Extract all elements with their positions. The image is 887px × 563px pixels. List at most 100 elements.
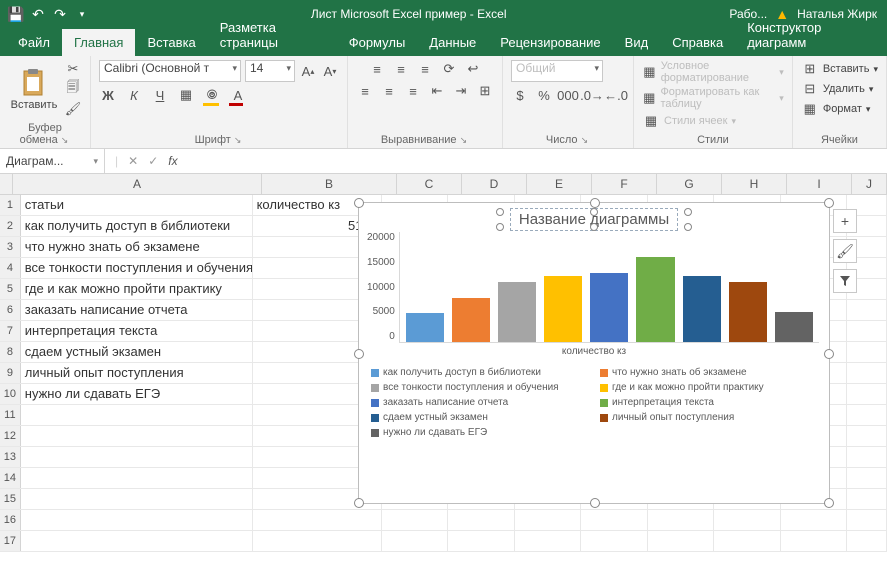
bar-3[interactable] (544, 276, 582, 342)
chart-styles-button[interactable]: 🖌 (833, 239, 857, 263)
cell-A11[interactable] (21, 405, 253, 425)
bar-7[interactable] (729, 282, 767, 343)
cell-D16[interactable] (448, 510, 515, 530)
cell-J14[interactable] (847, 468, 887, 488)
align-center-icon[interactable]: ≡ (380, 82, 398, 100)
bar-8[interactable] (775, 312, 813, 342)
align-launcher-icon[interactable]: ↘ (460, 135, 470, 145)
font-size-select[interactable]: 14 (245, 60, 295, 82)
cell-B17[interactable] (253, 531, 382, 551)
legend-item-6[interactable]: сдаем устный экзамен (371, 412, 588, 423)
resize-handle-l[interactable] (354, 349, 364, 359)
row-header-17[interactable]: 17 (0, 531, 21, 551)
bar-2[interactable] (498, 282, 536, 343)
currency-icon[interactable]: $ (511, 86, 529, 104)
align-left-icon[interactable]: ≡ (356, 82, 374, 100)
column-header-J[interactable]: J (852, 174, 887, 194)
bar-6[interactable] (683, 276, 721, 342)
qat-dropdown-icon[interactable]: ▾ (74, 6, 90, 22)
accept-formula-icon[interactable]: ✓ (148, 154, 158, 168)
cell-H16[interactable] (714, 510, 781, 530)
redo-icon[interactable]: ↷ (52, 6, 68, 22)
resize-handle-r[interactable] (824, 349, 834, 359)
row-header-7[interactable]: 7 (0, 321, 21, 341)
tab-home[interactable]: Главная (62, 29, 135, 56)
paste-button[interactable]: Вставить (8, 65, 60, 113)
number-launcher-icon[interactable]: ↘ (581, 135, 591, 145)
cell-styles-button[interactable]: ▦Стили ячеек ▾ (642, 112, 736, 130)
fill-color-icon[interactable]: 🞋 (203, 86, 221, 104)
column-header-D[interactable]: D (462, 174, 527, 194)
cell-A7[interactable]: интерпретация текста (21, 321, 253, 341)
legend-item-4[interactable]: заказать написание отчета (371, 397, 588, 408)
decrease-font-icon[interactable]: A▾ (321, 62, 339, 80)
legend-item-8[interactable]: нужно ли сдавать ЕГЭ (371, 427, 588, 438)
cell-A13[interactable] (21, 447, 253, 467)
cell-A2[interactable]: как получить доступ в библиотеки (21, 216, 253, 236)
bar-4[interactable] (590, 273, 628, 342)
row-header-14[interactable]: 14 (0, 468, 21, 488)
cell-C17[interactable] (382, 531, 449, 551)
underline-button[interactable]: Ч (151, 86, 169, 104)
cell-A1[interactable]: статьи (21, 195, 253, 215)
legend-item-2[interactable]: все тонкости поступления и обучения (371, 382, 588, 393)
bold-button[interactable]: Ж (99, 86, 117, 104)
wrap-text-icon[interactable]: ↩ (464, 60, 482, 78)
cell-E17[interactable] (515, 531, 582, 551)
bar-1[interactable] (452, 298, 490, 342)
undo-icon[interactable]: ↶ (30, 6, 46, 22)
cell-I17[interactable] (781, 531, 848, 551)
column-header-H[interactable]: H (722, 174, 787, 194)
cell-A5[interactable]: где и как можно пройти практику (21, 279, 253, 299)
row-header-10[interactable]: 10 (0, 384, 21, 404)
legend-item-7[interactable]: личный опыт поступления (600, 412, 817, 423)
cell-A3[interactable]: что нужно знать об экзамене (21, 237, 253, 257)
resize-handle-t[interactable] (590, 198, 600, 208)
spreadsheet-grid[interactable]: ABCDEFGHIJ 1статьиколичество кз2как полу… (0, 174, 887, 552)
orientation-icon[interactable]: ⟳ (440, 60, 458, 78)
resize-handle-br[interactable] (824, 498, 834, 508)
cell-J13[interactable] (847, 447, 887, 467)
resize-handle-tl[interactable] (354, 198, 364, 208)
legend-item-5[interactable]: интерпретация текста (600, 397, 817, 408)
chart-plot-area[interactable]: 20000150001000050000 (359, 232, 829, 342)
tab-chart-design[interactable]: Конструктор диаграмм (735, 14, 881, 56)
resize-handle-tr[interactable] (824, 198, 834, 208)
row-header-16[interactable]: 16 (0, 510, 21, 530)
cell-A9[interactable]: личный опыт поступления (21, 363, 253, 383)
column-header-I[interactable]: I (787, 174, 852, 194)
tab-data[interactable]: Данные (417, 29, 488, 56)
column-header-B[interactable]: B (262, 174, 397, 194)
cell-J12[interactable] (847, 426, 887, 446)
row-header-1[interactable]: 1 (0, 195, 21, 215)
delete-cells-button[interactable]: ⊟Удалить ▾ (801, 80, 874, 98)
tab-layout[interactable]: Разметка страницы (208, 14, 337, 56)
cell-A16[interactable] (21, 510, 253, 530)
column-header-G[interactable]: G (657, 174, 722, 194)
format-painter-icon[interactable]: 🖌 (64, 100, 82, 118)
percent-icon[interactable]: % (535, 86, 553, 104)
conditional-formatting-button[interactable]: ▦Условное форматирование ▾ (642, 60, 784, 84)
borders-icon[interactable]: ▦ (177, 86, 195, 104)
merge-icon[interactable]: ⊞ (476, 82, 494, 100)
save-icon[interactable]: 💾 (8, 6, 24, 22)
row-header-15[interactable]: 15 (0, 489, 21, 509)
legend-item-0[interactable]: как получить доступ в библиотеки (371, 367, 588, 378)
font-launcher-icon[interactable]: ↘ (234, 135, 244, 145)
insert-cells-button[interactable]: ⊞Вставить ▾ (801, 60, 878, 78)
align-bottom-icon[interactable]: ≡ (416, 60, 434, 78)
cell-J11[interactable] (847, 405, 887, 425)
column-header-C[interactable]: C (397, 174, 462, 194)
cell-E16[interactable] (515, 510, 582, 530)
row-header-11[interactable]: 11 (0, 405, 21, 425)
tab-formulas[interactable]: Формулы (337, 29, 418, 56)
cell-D17[interactable] (448, 531, 515, 551)
cancel-formula-icon[interactable]: ✕ (128, 154, 138, 168)
cell-A6[interactable]: заказать написание отчета (21, 300, 253, 320)
chart-filters-button[interactable] (833, 269, 857, 293)
row-header-2[interactable]: 2 (0, 216, 21, 236)
column-header-A[interactable]: A (13, 174, 262, 194)
cell-A17[interactable] (21, 531, 253, 551)
row-header-9[interactable]: 9 (0, 363, 21, 383)
cell-F17[interactable] (581, 531, 648, 551)
